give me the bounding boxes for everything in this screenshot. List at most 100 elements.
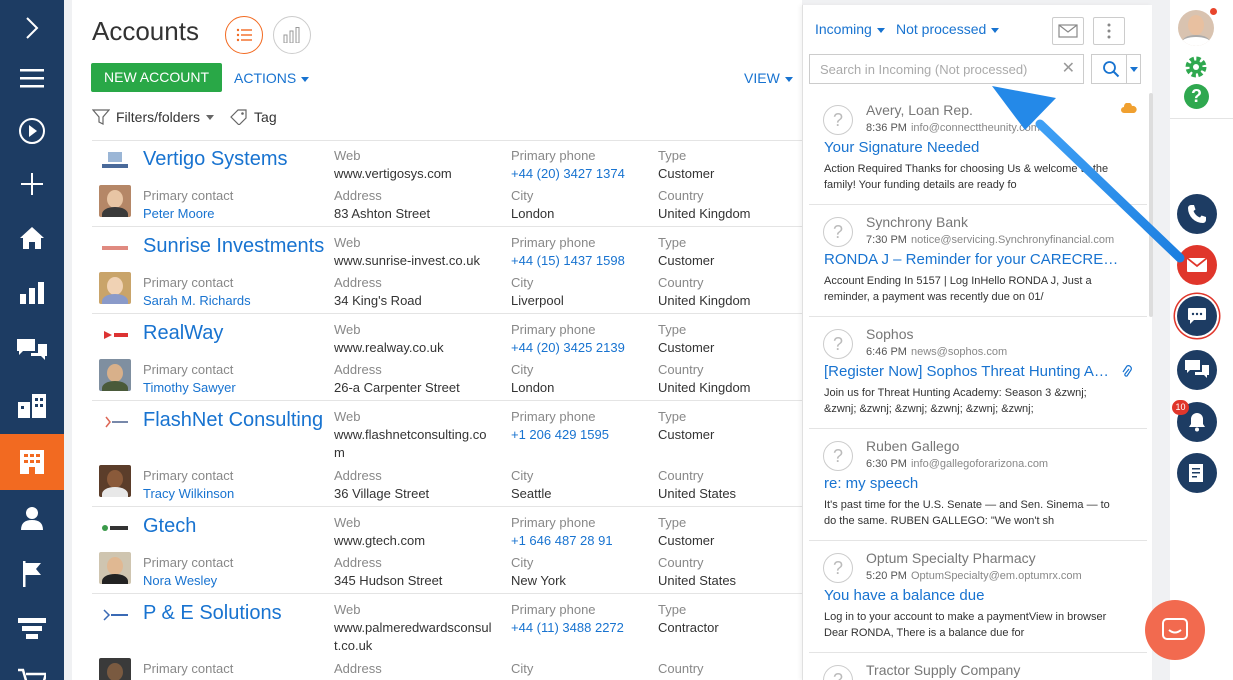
menu-icon[interactable]: [0, 50, 64, 106]
search-button[interactable]: [1091, 54, 1141, 84]
field-label: Primary contact: [143, 661, 234, 676]
accounts-icon[interactable]: [0, 434, 64, 490]
primary-contact-link[interactable]: Sarah M. Richards: [143, 293, 251, 308]
chat-button[interactable]: [1177, 296, 1217, 336]
account-row[interactable]: Vertigo Systems Primary contact Peter Mo…: [92, 140, 802, 227]
folder-dropdown[interactable]: Incoming: [815, 21, 885, 37]
funnel-icon[interactable]: [0, 602, 64, 658]
chat-icon[interactable]: [0, 321, 64, 377]
email-item[interactable]: ? Optum Specialty Pharmacy 5:20 PM OptumS…: [809, 541, 1147, 653]
notification-count-badge: 10: [1172, 400, 1189, 415]
chevron-down-icon: [1129, 66, 1138, 72]
primary-contact-link[interactable]: Tracy Wilkinson: [143, 486, 234, 501]
phone-link[interactable]: +44 (11) 3488 2272: [511, 620, 624, 635]
field-label: Country: [658, 555, 704, 570]
field-label: Web: [334, 409, 361, 424]
status-dropdown[interactable]: Not processed: [896, 21, 1000, 37]
clear-icon[interactable]: ✕: [1062, 61, 1075, 77]
primary-contact-link[interactable]: Peter Moore: [143, 206, 215, 221]
analytics-view-button[interactable]: [273, 16, 311, 54]
help-icon[interactable]: ?: [1184, 84, 1209, 109]
phone-button[interactable]: [1177, 194, 1217, 234]
unknown-sender-icon: ?: [823, 105, 853, 135]
email-from: info@gallegoforarizona.com: [910, 458, 1049, 470]
phone-link[interactable]: +1 646 487 28 91: [511, 533, 613, 548]
intercom-chat-button[interactable]: [1145, 600, 1205, 660]
email-item[interactable]: ? Sophos 6:46 PM news@sophos.com [Registe…: [809, 317, 1147, 429]
type-value: Customer: [658, 533, 715, 548]
email-sender: Ruben Gallego: [866, 438, 960, 454]
field-label: Address: [334, 468, 382, 483]
email-item[interactable]: ? Tractor Supply Company: [809, 653, 1147, 680]
chat-smile-icon: [1162, 618, 1188, 640]
new-account-button[interactable]: NEW ACCOUNT: [91, 63, 222, 92]
field-label: Primary contact: [143, 555, 234, 570]
account-row[interactable]: FlashNet Consulting Primary contact Trac…: [92, 401, 802, 507]
plus-icon[interactable]: [0, 156, 64, 212]
field-label: City: [511, 661, 534, 676]
account-name[interactable]: P & E Solutions: [143, 602, 282, 625]
filters-folders-button[interactable]: Filters/folders: [116, 109, 200, 125]
primary-contact-link[interactable]: Timothy Sawyer: [143, 380, 236, 395]
account-name[interactable]: Sunrise Investments: [143, 235, 324, 258]
account-row[interactable]: Gtech Primary contact Nora Wesley Web ww…: [92, 507, 802, 594]
view-label: VIEW: [744, 70, 780, 86]
view-dropdown[interactable]: VIEW: [744, 70, 793, 86]
play-icon[interactable]: [0, 103, 64, 159]
email-subject[interactable]: You have a balance due: [824, 587, 1124, 604]
email-meta: 8:36 PM info@connecttheunity.com: [866, 122, 1146, 134]
cart-icon[interactable]: [0, 652, 64, 680]
type-value: Customer: [658, 340, 715, 355]
email-item[interactable]: ? Synchrony Bank 7:30 PM notice@servicing…: [809, 205, 1147, 317]
search-options-dropdown[interactable]: [1126, 55, 1140, 83]
chevron-down-icon[interactable]: [206, 114, 215, 120]
more-options-button[interactable]: [1093, 17, 1125, 45]
search-input[interactable]: [810, 55, 1050, 83]
email-subject[interactable]: [Register Now] Sophos Threat Hunting Aca…: [824, 363, 1109, 380]
home-icon[interactable]: [0, 210, 64, 266]
tag-button[interactable]: Tag: [254, 109, 277, 125]
email-item[interactable]: ? Ruben Gallego 6:30 PM info@gallegoforar…: [809, 429, 1147, 541]
folder-label: Incoming: [815, 21, 872, 37]
communication-panel: ? 10: [1170, 0, 1233, 680]
field-label: Country: [658, 275, 704, 290]
list-icon: [236, 28, 252, 42]
buildings-icon[interactable]: [0, 378, 64, 434]
email-time: 6:30 PM: [866, 458, 907, 470]
messages-button[interactable]: [1177, 350, 1217, 390]
list-view-button[interactable]: [225, 16, 263, 54]
user-avatar[interactable]: [1178, 10, 1214, 46]
field-label: Primary phone: [511, 148, 596, 163]
email-subject[interactable]: RONDA J – Reminder for your CARECREDIT/S…: [824, 251, 1124, 268]
account-name[interactable]: Gtech: [143, 515, 196, 538]
account-row[interactable]: RealWay Primary contact Timothy Sawyer W…: [92, 314, 802, 401]
account-name[interactable]: Vertigo Systems: [143, 148, 288, 171]
primary-contact-link[interactable]: Nora Wesley: [143, 573, 217, 588]
web-value: www.sunrise-invest.co.uk: [334, 253, 480, 268]
gear-icon[interactable]: [1183, 54, 1209, 85]
bell-icon: [1189, 413, 1205, 432]
email-time: 8:36 PM: [866, 122, 907, 134]
email-item[interactable]: ? Avery, Loan Rep. 8:36 PM info@connectth…: [809, 93, 1147, 205]
tasks-button[interactable]: [1177, 453, 1217, 493]
account-name[interactable]: RealWay: [143, 322, 223, 345]
flag-icon[interactable]: [0, 546, 64, 602]
account-row[interactable]: Sunrise Investments Primary contact Sara…: [92, 227, 802, 314]
mark-processed-button[interactable]: [1052, 17, 1084, 45]
account-name[interactable]: FlashNet Consulting: [143, 409, 323, 432]
phone-link[interactable]: +1 206 429 1595: [511, 427, 609, 442]
unknown-sender-icon: ?: [823, 217, 853, 247]
chevron-right-icon[interactable]: [0, 0, 64, 56]
contact-icon[interactable]: [0, 490, 64, 546]
email-subject[interactable]: re: my speech: [824, 475, 1124, 492]
actions-dropdown[interactable]: ACTIONS: [234, 70, 310, 86]
email-button[interactable]: [1177, 245, 1217, 285]
account-row[interactable]: P & E Solutions Primary contact Web www.…: [92, 594, 802, 680]
phone-link[interactable]: +44 (20) 3427 1374: [511, 166, 625, 181]
email-subject[interactable]: Your Signature Needed: [824, 139, 1124, 156]
country-value: United States: [658, 573, 737, 588]
chart-icon[interactable]: [0, 265, 64, 321]
phone-link[interactable]: +44 (20) 3425 2139: [511, 340, 625, 355]
scrollbar[interactable]: [1149, 93, 1153, 317]
phone-link[interactable]: +44 (15) 1437 1598: [511, 253, 625, 268]
